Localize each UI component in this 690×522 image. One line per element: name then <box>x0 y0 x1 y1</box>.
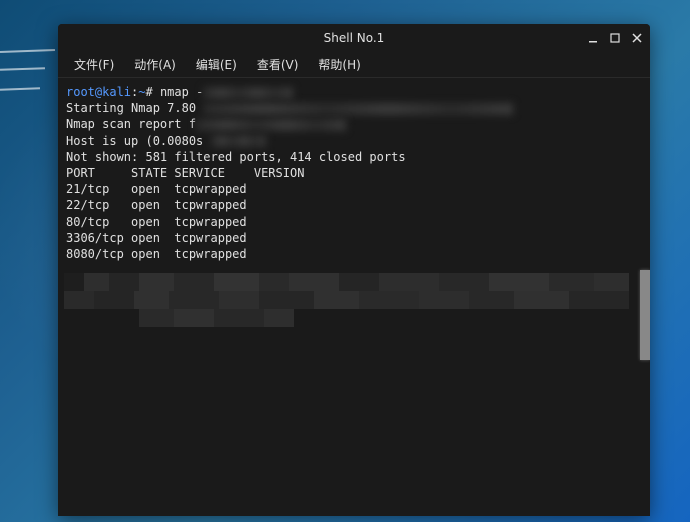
menu-action[interactable]: 动作(A) <box>126 53 184 76</box>
close-icon <box>631 32 643 44</box>
scrollbar-thumb[interactable] <box>640 270 650 360</box>
port-line: 21/tcp open tcpwrapped <box>66 181 642 197</box>
command-text: nmap - <box>160 85 203 99</box>
window-title: Shell No.1 <box>324 31 385 45</box>
menu-help[interactable]: 帮助(H) <box>310 53 368 76</box>
prompt-path: ~ <box>138 85 145 99</box>
port-line: 22/tcp open tcpwrapped <box>66 197 642 213</box>
titlebar[interactable]: Shell No.1 <box>58 24 650 52</box>
output-line: Host is up (0.0080s <box>66 133 642 149</box>
minimize-button[interactable] <box>586 31 600 45</box>
redacted-region <box>203 87 293 99</box>
output-line: Nmap scan report f <box>66 116 642 132</box>
menu-file[interactable]: 文件(F) <box>66 53 122 76</box>
port-line: 80/tcp open tcpwrapped <box>66 214 642 230</box>
redacted-block <box>64 273 629 333</box>
menu-edit[interactable]: 编辑(E) <box>188 53 245 76</box>
output-line: Not shown: 581 filtered ports, 414 close… <box>66 149 642 165</box>
prompt-line: root@kali:~# nmap - <box>66 84 642 100</box>
terminal-body[interactable]: root@kali:~# nmap - Starting Nmap 7.80 N… <box>58 78 650 516</box>
close-button[interactable] <box>630 31 644 45</box>
prompt-user: root@kali <box>66 85 131 99</box>
output-line: Starting Nmap 7.80 <box>66 100 642 116</box>
menubar: 文件(F) 动作(A) 编辑(E) 查看(V) 帮助(H) <box>58 52 650 78</box>
table-header: PORT STATE SERVICE VERSION <box>66 165 642 181</box>
maximize-icon <box>609 32 621 44</box>
minimize-icon <box>587 32 599 44</box>
redacted-region <box>203 103 513 115</box>
menu-view[interactable]: 查看(V) <box>249 53 307 76</box>
redacted-region <box>196 119 346 131</box>
port-line: 3306/tcp open tcpwrapped <box>66 230 642 246</box>
redacted-region <box>211 135 266 147</box>
window-controls <box>586 31 644 45</box>
port-line: 8080/tcp open tcpwrapped <box>66 246 642 262</box>
terminal-window: Shell No.1 文件(F) 动作(A) 编辑(E) 查看(V) 帮助(H)… <box>58 24 650 516</box>
desktop-decoration <box>0 40 60 120</box>
maximize-button[interactable] <box>608 31 622 45</box>
